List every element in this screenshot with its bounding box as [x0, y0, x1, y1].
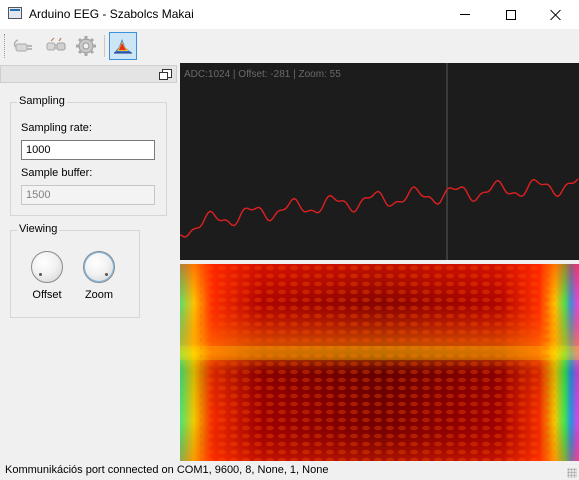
signal-trace	[180, 178, 579, 238]
resize-grip[interactable]	[567, 468, 577, 478]
maximize-button[interactable]	[488, 0, 534, 29]
connect-button[interactable]	[10, 32, 38, 60]
sample-buffer-input	[21, 185, 155, 205]
offset-control: Offset	[27, 251, 67, 301]
close-icon	[550, 9, 562, 21]
toolbar	[0, 29, 579, 63]
dock-float-button[interactable]	[159, 69, 172, 80]
sampling-group: Sampling Sampling rate: Sample buffer:	[10, 95, 167, 216]
sampling-group-title: Sampling	[17, 95, 67, 107]
signal-plot-canvas	[180, 63, 579, 260]
spectrogram[interactable]	[180, 264, 579, 461]
settings-button[interactable]	[72, 32, 100, 60]
disconnect-button[interactable]	[42, 32, 70, 60]
sampling-rate-input[interactable]	[21, 140, 155, 160]
zoom-control: Zoom	[79, 251, 119, 301]
spectrum-view-button[interactable]	[109, 32, 137, 60]
plug-disconnect-icon	[46, 37, 66, 51]
plot-info-readout: ADC:1024 | Offset: -281 | Zoom: 55	[184, 69, 341, 80]
settings-dock: Sampling Sampling rate: Sample buffer: V…	[0, 63, 180, 461]
offset-label: Offset	[32, 289, 62, 301]
gear-icon	[76, 36, 96, 56]
sample-buffer-label: Sample buffer:	[21, 167, 93, 179]
offset-dial[interactable]	[31, 251, 63, 283]
spectrogram-canvas	[180, 264, 579, 461]
dock-title-bar[interactable]	[0, 65, 177, 83]
minimize-icon	[460, 14, 470, 15]
maximize-icon	[506, 9, 516, 20]
zoom-label: Zoom	[84, 289, 114, 301]
plug-connect-icon	[13, 39, 32, 52]
status-message: Kommunikációs port connected on COM1, 96…	[5, 464, 329, 476]
title-bar: Arduino EEG - Szabolcs Makai	[0, 0, 579, 29]
signal-plot[interactable]: ADC:1024 | Offset: -281 | Zoom: 55	[180, 63, 579, 260]
close-button[interactable]	[533, 0, 579, 29]
viewing-group: Viewing Offset Zoom	[10, 223, 140, 318]
toolbar-separator	[104, 35, 105, 57]
zoom-dial[interactable]	[83, 251, 115, 283]
toolbar-grip[interactable]	[4, 34, 7, 58]
viewing-group-title: Viewing	[17, 223, 60, 235]
window-title: Arduino EEG - Szabolcs Makai	[29, 7, 194, 21]
minimize-button[interactable]	[442, 0, 488, 29]
spectrum-icon	[114, 39, 132, 54]
status-bar: Kommunikációs port connected on COM1, 96…	[0, 461, 579, 480]
sampling-rate-label: Sampling rate:	[21, 122, 92, 134]
app-window-icon	[8, 7, 22, 19]
